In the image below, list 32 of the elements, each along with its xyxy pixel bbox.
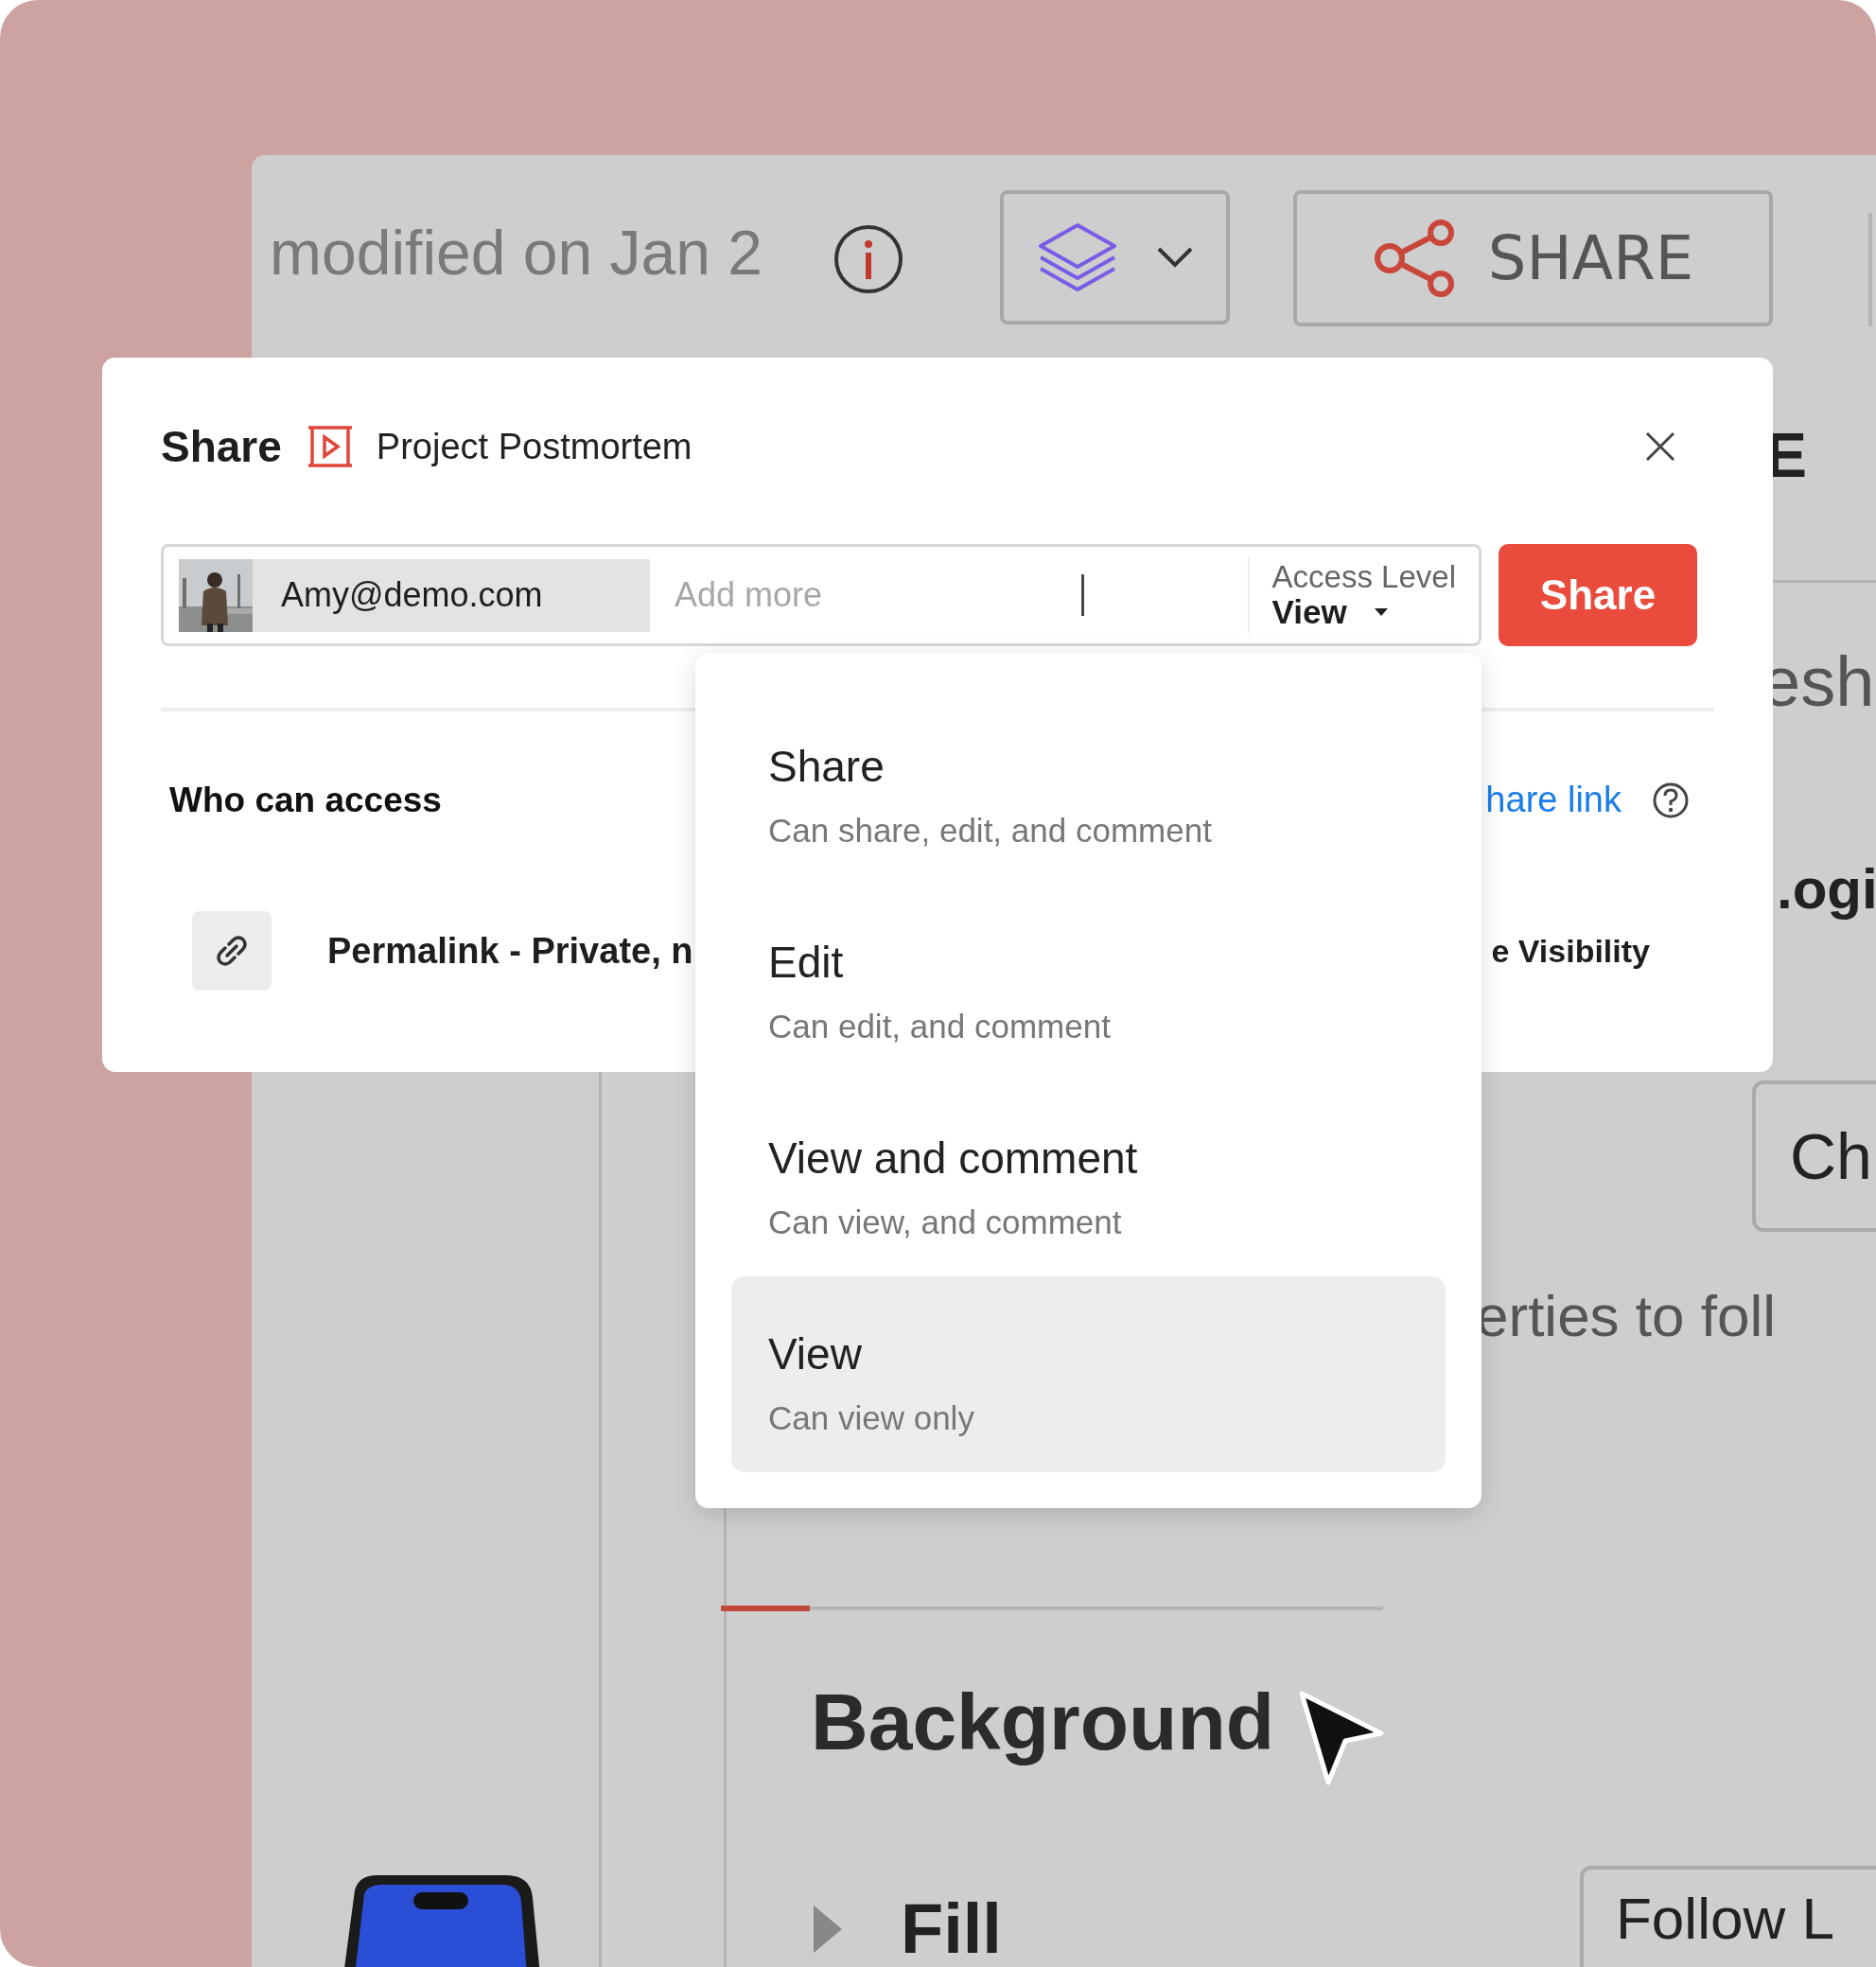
- access-level-value: View: [1271, 593, 1347, 631]
- permalink-text: Permalink - Private, n: [327, 930, 693, 972]
- info-icon: [833, 223, 904, 295]
- link-icon: [192, 911, 272, 991]
- recipient-chip[interactable]: Amy@demo.com: [179, 558, 650, 632]
- section-title: Background: [811, 1677, 1275, 1768]
- background-text: erties to foll: [1476, 1287, 1777, 1345]
- chevron-down-icon: [1155, 246, 1194, 269]
- close-icon[interactable]: [1644, 430, 1676, 463]
- layers-icon: [1036, 221, 1118, 293]
- section-heading: Who can access: [169, 780, 442, 820]
- document-name: Project Postmortem: [376, 426, 693, 467]
- follow-button[interactable]: Follow L: [1580, 1866, 1876, 1967]
- help-icon[interactable]: [1652, 781, 1690, 819]
- share-link[interactable]: hare link: [1485, 780, 1622, 820]
- share-button[interactable]: SHARE: [1293, 190, 1773, 326]
- background-text: .ogi: [1777, 861, 1876, 918]
- modified-date: modified on Jan 2: [270, 221, 763, 284]
- cursor-icon: [1298, 1690, 1385, 1788]
- layers-dropdown[interactable]: [1000, 190, 1230, 325]
- presentation-icon: [306, 426, 354, 467]
- fill-label: Fill: [901, 1894, 1002, 1964]
- share-submit-button[interactable]: Share: [1499, 544, 1697, 646]
- visibility-text: e Visibility: [1491, 932, 1650, 970]
- dialog-title: Share: [161, 421, 282, 472]
- caret-icon: [1373, 607, 1389, 618]
- recipients-field[interactable]: Amy@demo.com Add more Access Level View: [161, 544, 1482, 646]
- access-level-dropdown[interactable]: Access Level View: [1247, 557, 1479, 633]
- recipient-email: Amy@demo.com: [281, 575, 543, 615]
- menu-item[interactable]: View Can view only: [731, 1276, 1446, 1472]
- access-level-label: Access Level: [1271, 559, 1456, 594]
- background-button[interactable]: Ch: [1752, 1080, 1876, 1232]
